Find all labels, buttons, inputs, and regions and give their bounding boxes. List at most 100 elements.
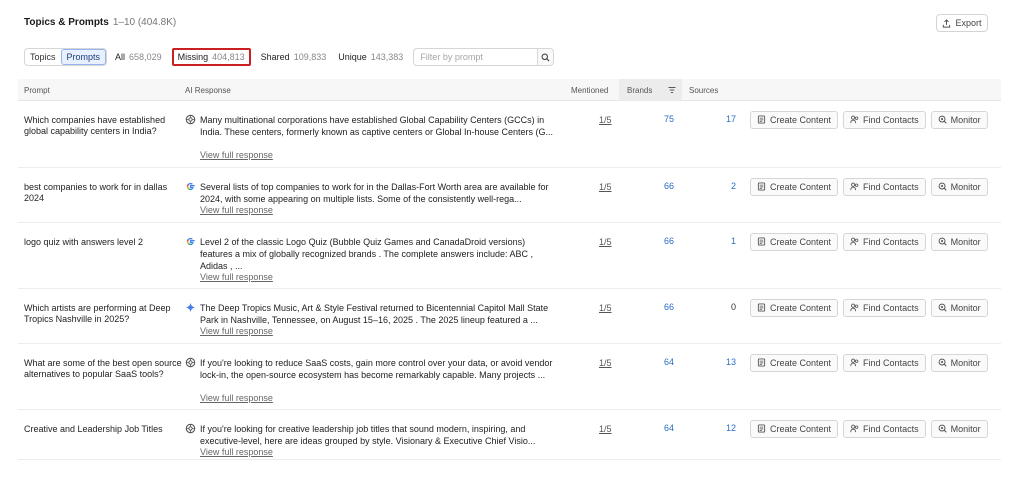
page-title-text: Topics & Prompts — [24, 17, 109, 28]
create-content-icon — [757, 423, 766, 435]
toggle-topics[interactable]: Topics — [25, 49, 61, 65]
create-content-button[interactable]: Create Content — [750, 111, 839, 129]
header-prompt[interactable]: Prompt — [24, 86, 50, 95]
find-contacts-button[interactable]: Find Contacts — [843, 420, 926, 438]
prompt-text[interactable]: What are some of the best open source al… — [24, 358, 182, 380]
monitor-button[interactable]: Monitor — [930, 299, 988, 317]
ai-response-text: The Deep Tropics Music, Art & Style Fest… — [200, 303, 549, 325]
view-full-response-link[interactable]: View full response — [200, 393, 273, 403]
sources-count[interactable]: 13 — [706, 357, 736, 367]
create-content-icon — [757, 302, 766, 314]
view-full-response-link[interactable]: View full response — [200, 272, 273, 282]
sources-count[interactable]: 17 — [706, 114, 736, 124]
filter-shared[interactable]: Shared 109,833 — [257, 48, 331, 66]
prompt-text[interactable]: Which companies have established global … — [24, 115, 182, 137]
find-contacts-icon — [850, 237, 859, 248]
table-row[interactable]: Which companies have established global … — [18, 101, 1001, 168]
monitor-button[interactable]: Monitor — [930, 420, 988, 438]
monitor-label: Monitor — [950, 182, 981, 192]
mentioned-value[interactable]: 1/5 — [599, 358, 612, 368]
openai-icon — [185, 423, 196, 434]
find-contacts-icon — [850, 358, 859, 369]
view-full-response-link[interactable]: View full response — [200, 150, 273, 160]
find-contacts-label: Find Contacts — [863, 182, 919, 192]
google-icon — [185, 181, 196, 192]
brands-count[interactable]: 64 — [626, 357, 674, 367]
sources-count[interactable]: 2 — [706, 181, 736, 191]
table-row[interactable]: Which artists are performing at Deep Tro… — [18, 289, 1001, 344]
search-button[interactable] — [537, 48, 555, 66]
filter-all-count: 658,029 — [129, 52, 162, 62]
table-row[interactable]: logo quiz with answers level 2 Level 2 of… — [18, 223, 1001, 289]
monitor-icon — [938, 358, 947, 369]
header-mentioned[interactable]: Mentioned — [571, 86, 608, 95]
filter-missing[interactable]: Missing 404,813 — [171, 48, 251, 66]
sources-count[interactable]: 1 — [706, 236, 736, 246]
monitor-button[interactable]: Monitor — [930, 111, 988, 129]
prompt-text[interactable]: Which artists are performing at Deep Tro… — [24, 303, 182, 325]
toggle-prompts[interactable]: Prompts — [60, 49, 107, 65]
find-contacts-icon — [850, 424, 859, 435]
create-content-button[interactable]: Create Content — [750, 233, 839, 251]
mentioned-value[interactable]: 1/5 — [599, 303, 612, 313]
filter-all[interactable]: All 658,029 — [111, 48, 166, 66]
table-row[interactable]: best companies to work for in dallas 202… — [18, 168, 1001, 223]
monitor-icon — [938, 424, 947, 435]
prompt-text[interactable]: best companies to work for in dallas 202… — [24, 182, 182, 204]
header-sources[interactable]: Sources — [689, 86, 718, 95]
view-full-response-link[interactable]: View full response — [200, 447, 273, 457]
ai-response-text: Many multinational corporations have est… — [200, 115, 553, 137]
prompt-text[interactable]: Creative and Leadership Job Titles — [24, 424, 182, 435]
mentioned-value[interactable]: 1/5 — [599, 182, 612, 192]
brands-count[interactable]: 66 — [626, 236, 674, 246]
create-content-button[interactable]: Create Content — [750, 178, 839, 196]
create-content-button[interactable]: Create Content — [750, 354, 839, 372]
create-content-button[interactable]: Create Content — [750, 420, 839, 438]
prompt-search-input[interactable] — [413, 48, 538, 66]
sources-count[interactable]: 12 — [706, 423, 736, 433]
find-contacts-button[interactable]: Find Contacts — [843, 178, 926, 196]
find-contacts-icon — [850, 115, 859, 126]
prompt-text[interactable]: logo quiz with answers level 2 — [24, 237, 182, 248]
monitor-button[interactable]: Monitor — [930, 178, 988, 196]
brands-count[interactable]: 66 — [626, 181, 674, 191]
brands-count[interactable]: 66 — [626, 302, 674, 312]
filter-unique[interactable]: Unique 143,383 — [334, 48, 407, 66]
monitor-icon — [938, 303, 947, 314]
monitor-button[interactable]: Monitor — [930, 354, 988, 372]
header-brands[interactable]: Brands — [619, 79, 682, 101]
brands-count[interactable]: 75 — [626, 114, 674, 124]
gemini-icon — [185, 302, 196, 313]
mentioned-value[interactable]: 1/5 — [599, 237, 612, 247]
create-content-icon — [757, 181, 766, 193]
create-content-label: Create Content — [770, 115, 832, 125]
table-row[interactable]: What are some of the best open source al… — [18, 344, 1001, 410]
view-full-response-link[interactable]: View full response — [200, 205, 273, 215]
filter-unique-label: Unique — [338, 52, 367, 62]
find-contacts-button[interactable]: Find Contacts — [843, 299, 926, 317]
create-content-label: Create Content — [770, 303, 832, 313]
find-contacts-label: Find Contacts — [863, 424, 919, 434]
prompt-search — [413, 48, 555, 66]
find-contacts-button[interactable]: Find Contacts — [843, 233, 926, 251]
find-contacts-icon — [850, 182, 859, 193]
mentioned-value[interactable]: 1/5 — [599, 115, 612, 125]
mentioned-value[interactable]: 1/5 — [599, 424, 612, 434]
create-content-button[interactable]: Create Content — [750, 299, 839, 317]
prompts-table: Prompt AI Response Mentioned Brands Sour… — [18, 79, 1001, 460]
header-ai-response[interactable]: AI Response — [185, 86, 231, 95]
table-row[interactable]: Creative and Leadership Job Titles If you… — [18, 410, 1001, 460]
find-contacts-button[interactable]: Find Contacts — [843, 111, 926, 129]
monitor-button[interactable]: Monitor — [930, 233, 988, 251]
export-button[interactable]: Export — [936, 14, 988, 32]
filter-unique-count: 143,383 — [370, 52, 404, 62]
create-content-icon — [757, 357, 766, 369]
view-full-response-link[interactable]: View full response — [200, 326, 273, 336]
find-contacts-button[interactable]: Find Contacts — [843, 354, 926, 372]
sort-desc-icon[interactable] — [668, 86, 676, 94]
filter-shared-count: 109,833 — [293, 52, 327, 62]
brands-count[interactable]: 64 — [626, 423, 674, 433]
create-content-icon — [757, 236, 766, 248]
row-actions: Create Content Find Contacts Monitor — [750, 420, 988, 438]
filter-missing-label: Missing — [177, 52, 209, 62]
